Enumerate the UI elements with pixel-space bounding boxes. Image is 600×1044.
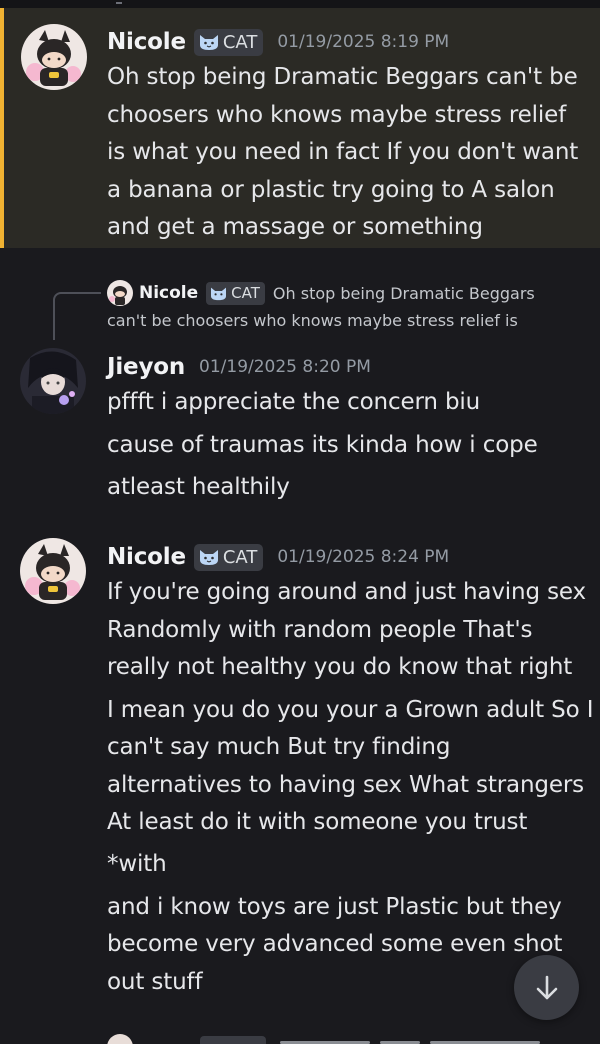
cat-face-icon <box>199 550 218 565</box>
message-line: a banana or plastic try going to A salon <box>107 177 555 203</box>
message-line: Oh stop being Dramatic Beggars can't be <box>107 64 578 90</box>
message-line: pffft i appreciate the concern biu <box>107 389 481 415</box>
server-tag[interactable]: CAT <box>193 543 264 571</box>
message-line: and get a massage or something <box>107 214 483 240</box>
message-group[interactable]: Jieyon 01/19/2025 8:20 PM pffft i apprec… <box>0 340 600 510</box>
reply-preview[interactable]: Nicole CAT Oh stop being Dramatic Beggar… <box>107 279 535 307</box>
cat-face-icon <box>211 287 227 300</box>
timestamp: 01/19/2025 8:20 PM <box>199 357 371 377</box>
message-line: can't say much But try finding <box>107 734 451 760</box>
next-message-peek <box>0 1028 600 1044</box>
message-line: alternatives to having sex What stranger… <box>107 772 584 798</box>
jump-to-bottom-button[interactable] <box>514 955 579 1020</box>
message-header: Jieyon 01/19/2025 8:20 PM <box>107 352 371 382</box>
message-group-highlighted[interactable]: Nicole CAT 01/19/2025 8:19 PM Oh stop be… <box>0 8 600 248</box>
message-line: I mean you do you your a Grown adult So … <box>107 697 594 723</box>
message-line: is what you need in fact If you don't wa… <box>107 139 579 165</box>
message-header: Nicole CAT 01/19/2025 8:19 PM <box>107 27 449 57</box>
avatar-jieyon[interactable] <box>20 348 86 414</box>
author-name[interactable]: Nicole <box>107 544 186 570</box>
reply-avatar <box>107 280 133 306</box>
message-line: *with <box>107 851 167 877</box>
server-tag-label: CAT <box>222 31 258 53</box>
message-line: out stuff <box>107 969 203 995</box>
cat-face-icon <box>199 35 218 50</box>
message-line: Randomly with random people That's <box>107 617 533 643</box>
server-tag <box>200 1036 266 1044</box>
reply-connector <box>53 292 101 340</box>
avatar-nicole[interactable] <box>20 538 86 604</box>
message-group[interactable]: Nicole CAT 01/19/2025 8:24 PM If you're … <box>0 530 600 1010</box>
top-edge <box>0 0 600 8</box>
message-line: and i know toys are just Plastic but the… <box>107 894 562 920</box>
chevron-icon <box>116 2 122 6</box>
message-line: choosers who knows maybe stress relief <box>107 102 567 128</box>
reply-tag-label: CAT <box>231 284 260 302</box>
avatar <box>107 1034 133 1044</box>
timestamp: 01/19/2025 8:24 PM <box>277 547 450 567</box>
message-line: cause of traumas its kinda how i cope <box>107 432 538 458</box>
timestamp: 01/19/2025 8:19 PM <box>277 32 450 52</box>
server-tag-label: CAT <box>222 546 258 568</box>
author-name[interactable]: Jieyon <box>107 354 185 380</box>
message-line: really not healthy you do know that righ… <box>107 654 573 680</box>
avatar-nicole[interactable] <box>21 24 87 90</box>
message-line: atleast healthily <box>107 474 290 500</box>
arrow-down-icon <box>536 975 557 999</box>
reply-text: Oh stop being Dramatic Beggars <box>272 283 535 303</box>
reply-server-tag: CAT <box>206 281 265 305</box>
message-line: become very advanced some even shot <box>107 931 563 957</box>
reply-author: Nicole <box>139 283 199 303</box>
reply-text-continued: can't be choosers who knows maybe stress… <box>107 311 518 330</box>
message-header: Nicole CAT 01/19/2025 8:24 PM <box>107 542 449 572</box>
server-tag[interactable]: CAT <box>193 28 264 56</box>
message-line: If you're going around and just having s… <box>107 579 586 605</box>
author-name[interactable]: Nicole <box>107 29 186 55</box>
message-line: At least do it with someone you trust <box>107 809 528 835</box>
